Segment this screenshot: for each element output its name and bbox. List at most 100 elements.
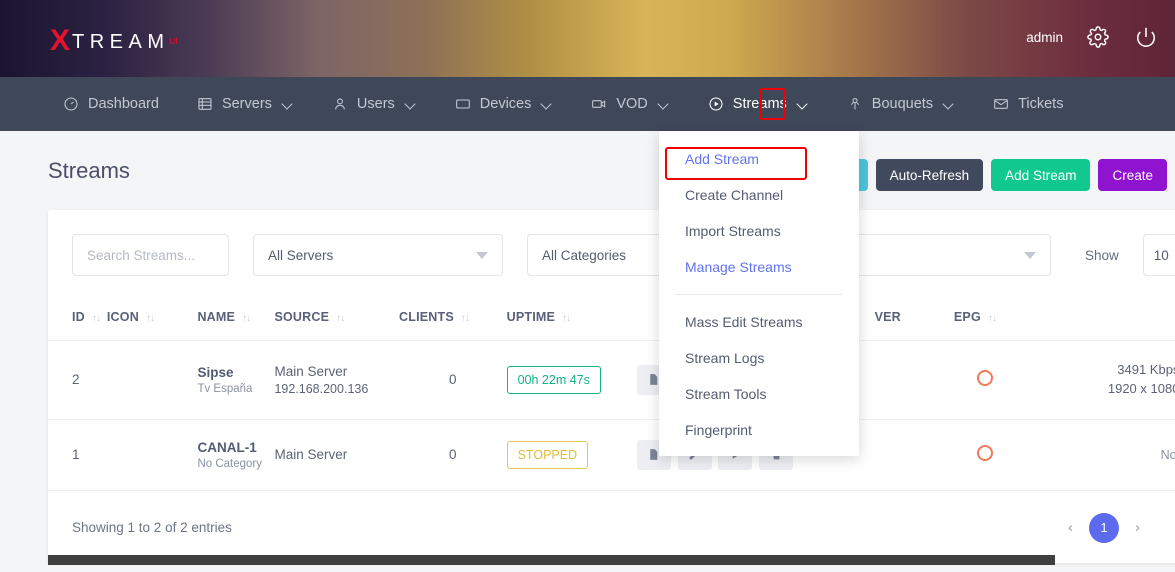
nav-item-servers[interactable]: Servers <box>178 77 313 131</box>
menu-item-import-streams[interactable]: Import Streams <box>659 213 859 249</box>
next-page-button[interactable]: › <box>1131 519 1144 536</box>
nav-item-bouquets[interactable]: Bouquets <box>828 77 974 131</box>
cell-epg <box>953 419 1017 491</box>
source-ip: 192.168.200.136 <box>274 381 369 396</box>
bitrate-block: 3491 Kbps 1920 x 1080 <box>1108 361 1175 399</box>
gear-icon[interactable] <box>1085 24 1111 50</box>
cell-epg <box>953 340 1017 420</box>
tickets-icon <box>993 96 1010 113</box>
pagination: ‹ 1 › <box>1064 512 1144 543</box>
cell-server <box>874 340 954 420</box>
cell-id: 2 <box>48 340 107 420</box>
chevron-down-icon[interactable] <box>542 99 553 110</box>
nav-item-tickets[interactable]: Tickets <box>974 77 1082 131</box>
col-id[interactable]: ID ↑↓ <box>48 296 107 341</box>
col-label: SOURCE <box>274 310 330 324</box>
admin-username[interactable]: admin <box>1026 30 1063 45</box>
streams-icon <box>708 96 725 113</box>
search-input[interactable]: Search Streams... <box>72 234 229 276</box>
menu-item-add-stream[interactable]: Add Stream <box>659 141 859 177</box>
showing-entries-text: Showing 1 to 2 of 2 entries <box>72 520 232 536</box>
logo-superscript: UI <box>169 36 178 46</box>
menu-item-stream-logs[interactable]: Stream Logs <box>659 340 859 376</box>
chevron-down-icon[interactable] <box>283 99 294 110</box>
cell-source: Main Server 192.168.200.136 <box>274 340 400 420</box>
cell-source: Main Server <box>274 419 400 491</box>
sort-icon: ↑↓ <box>987 313 997 324</box>
users-icon <box>332 96 349 113</box>
chevron-down-icon[interactable] <box>944 99 955 110</box>
nav-item-users[interactable]: Users <box>313 77 436 131</box>
col-source[interactable]: SOURCE ↑↓ <box>274 296 400 341</box>
menu-item-stream-tools[interactable]: Stream Tools <box>659 376 859 412</box>
horizontal-scrollbar[interactable] <box>48 555 1055 565</box>
table-footer: Showing 1 to 2 of 2 entries ‹ 1 › <box>48 491 1175 563</box>
nav-label: VOD <box>616 96 648 112</box>
chevron-down-icon <box>1024 251 1036 259</box>
chevron-down-icon[interactable] <box>659 99 670 110</box>
nav-item-dashboard[interactable]: Dashboard <box>44 77 178 131</box>
logo-x-mark: X <box>50 24 71 57</box>
menu-item-mass-edit-streams[interactable]: Mass Edit Streams <box>659 304 859 340</box>
page-title: Streams <box>48 158 130 183</box>
app-root: X TREAM UI admin Dashboard Servers Users… <box>0 0 1175 572</box>
streams-table: ID ↑↓ ICON ↑↓ NAME ↑↓ SOURCE ↑↓ CLIENTS ↑↓ <box>48 296 1175 491</box>
sort-icon: ↑↓ <box>91 313 101 324</box>
nav-label: Tickets <box>1018 96 1064 112</box>
cell-icon <box>106 340 198 420</box>
streams-card: Search Streams... All Servers All Catego… <box>48 210 1175 563</box>
table-row[interactable]: 2 Sipse Tv España Main Server 192.168.20… <box>48 340 1175 420</box>
streams-dropdown-menu: Add Stream Create Channel Import Streams… <box>659 131 859 456</box>
col-epg[interactable]: EPG ↑↓ <box>953 296 1017 341</box>
nav-item-streams[interactable]: Streams <box>689 77 828 131</box>
col-label: NAME <box>197 310 236 324</box>
cell-uptime: 00h 22m 47s <box>506 340 637 420</box>
circle-outline-icon <box>977 370 994 387</box>
col-icon[interactable]: ICON ↑↓ <box>106 296 198 341</box>
nav-item-devices[interactable]: Devices <box>436 77 573 131</box>
cell-clients: 0 <box>399 419 507 491</box>
col-label: UPTIME <box>506 310 556 324</box>
add-stream-button[interactable]: Add Stream <box>991 159 1091 191</box>
cell-clients: 0 <box>399 340 507 420</box>
cell-server <box>874 419 954 491</box>
nav-label: Streams <box>732 96 787 112</box>
table-body: 2 Sipse Tv España Main Server 192.168.20… <box>48 340 1175 491</box>
no-information-text: No information availa <box>1160 447 1175 462</box>
col-clients[interactable]: CLIENTS ↑↓ <box>399 296 507 341</box>
cell-icon <box>106 419 198 491</box>
chevron-down-icon[interactable] <box>798 99 809 110</box>
server-filter-select[interactable]: All Servers <box>253 234 503 276</box>
col-stream-info: STREAM INFO <box>1016 296 1175 341</box>
table-head: ID ↑↓ ICON ↑↓ NAME ↑↓ SOURCE ↑↓ CLIENTS ↑↓ <box>48 296 1175 341</box>
cell-name: Sipse Tv España <box>197 340 275 420</box>
menu-item-create-channel[interactable]: Create Channel <box>659 177 859 213</box>
resolution: 1920 x 1080 <box>1107 380 1175 396</box>
page-size-value: 10 <box>1153 247 1169 263</box>
nav-item-vod[interactable]: VOD <box>572 77 688 131</box>
auto-refresh-button[interactable]: Auto-Refresh <box>875 159 984 191</box>
brand-logo[interactable]: X TREAM UI <box>50 26 178 56</box>
nav-label: Bouquets <box>871 96 934 112</box>
stream-category: Tv España <box>197 382 253 395</box>
create-button[interactable]: Create <box>1098 159 1167 191</box>
page-1-button[interactable]: 1 <box>1089 512 1119 543</box>
table-row[interactable]: 1 CANAL-1 No Category Main Server 0 STOP… <box>48 419 1175 491</box>
chevron-down-icon[interactable] <box>406 99 417 110</box>
menu-item-fingerprint[interactable]: Fingerprint <box>659 412 859 448</box>
col-label: ID <box>72 310 85 324</box>
page-size-select[interactable]: 10 <box>1142 234 1175 276</box>
sort-icon: ↑↓ <box>562 313 571 324</box>
sort-icon: ↑↓ <box>242 313 251 324</box>
cell-uptime: STOPPED <box>506 419 637 491</box>
power-icon[interactable] <box>1133 24 1159 50</box>
bouquets-icon <box>847 96 864 113</box>
show-label: Show <box>1085 247 1119 263</box>
source-server: Main Server <box>274 363 348 379</box>
bitrate: 3491 Kbps <box>1117 362 1175 377</box>
col-name[interactable]: NAME ↑↓ <box>197 296 275 341</box>
col-uptime[interactable]: UPTIME ↑↓ <box>506 296 637 341</box>
prev-page-button[interactable]: ‹ <box>1064 519 1077 536</box>
col-label: EPG <box>953 310 981 324</box>
menu-item-manage-streams[interactable]: Manage Streams <box>659 249 859 285</box>
